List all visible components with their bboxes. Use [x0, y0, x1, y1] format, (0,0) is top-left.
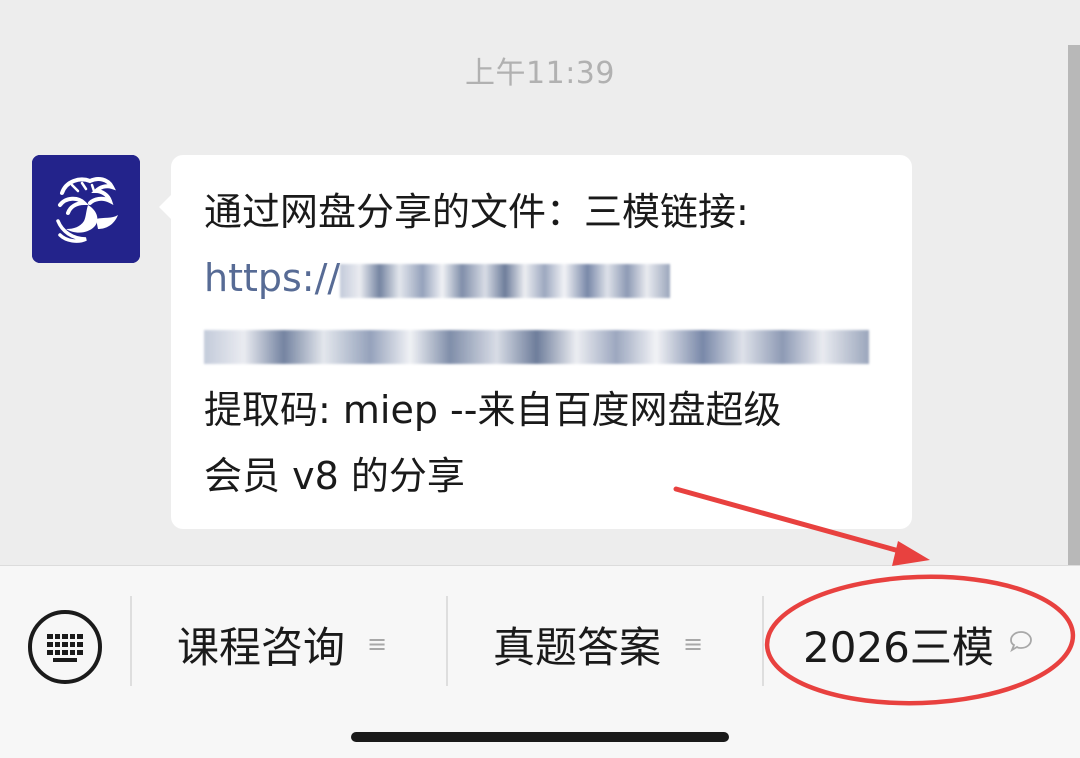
keyboard-icon	[47, 634, 83, 656]
menu-item-mock-exam[interactable]: 2026三模	[803, 614, 1034, 674]
menu-item-course-consult[interactable]: 课程咨询 ≡	[177, 614, 387, 674]
message-line-4: 提取码: miep --来自百度网盘超级	[204, 388, 782, 432]
home-indicator[interactable]	[351, 732, 729, 742]
chat-area: 上午11:39 通过网盘分享的文件：三模链接: https:// 提取码: mi…	[0, 0, 1080, 565]
menu-item-label: 真题答案	[493, 622, 662, 672]
message-line-1: 通过网盘分享的文件：三模链接:	[204, 190, 749, 234]
menu-item-label: 2026三模	[803, 622, 994, 672]
link-prefix: https://	[204, 256, 341, 300]
message-line-5: 会员 v8 的分享	[204, 454, 465, 498]
menu-item-label: 课程咨询	[177, 622, 346, 672]
blurred-link-domain	[340, 263, 671, 298]
menu-lines-icon: ≡	[683, 630, 704, 658]
sender-avatar[interactable]	[32, 155, 140, 263]
menu-divider	[762, 596, 764, 686]
message-bubble[interactable]: 通过网盘分享的文件：三模链接: https:// 提取码: miep --来自百…	[159, 155, 912, 529]
menu-lines-icon: ≡	[367, 630, 388, 658]
bottom-menu-bar: 课程咨询 ≡ 真题答案 ≡ 2026三模	[0, 565, 1080, 758]
tiger-logo-icon	[32, 155, 140, 263]
menu-divider	[446, 596, 448, 686]
menu-item-exam-answers[interactable]: 真题答案 ≡	[493, 614, 703, 674]
share-link-continued[interactable]	[204, 311, 912, 377]
keyboard-toggle-button[interactable]	[28, 610, 102, 684]
keyboard-spacebar	[53, 658, 77, 662]
blurred-link-path	[204, 329, 869, 364]
share-link[interactable]: https://	[204, 245, 912, 311]
message-timestamp: 上午11:39	[465, 56, 615, 91]
menu-divider	[130, 596, 132, 686]
scrollbar[interactable]	[1068, 45, 1080, 565]
speech-bubble-icon	[1008, 629, 1034, 659]
